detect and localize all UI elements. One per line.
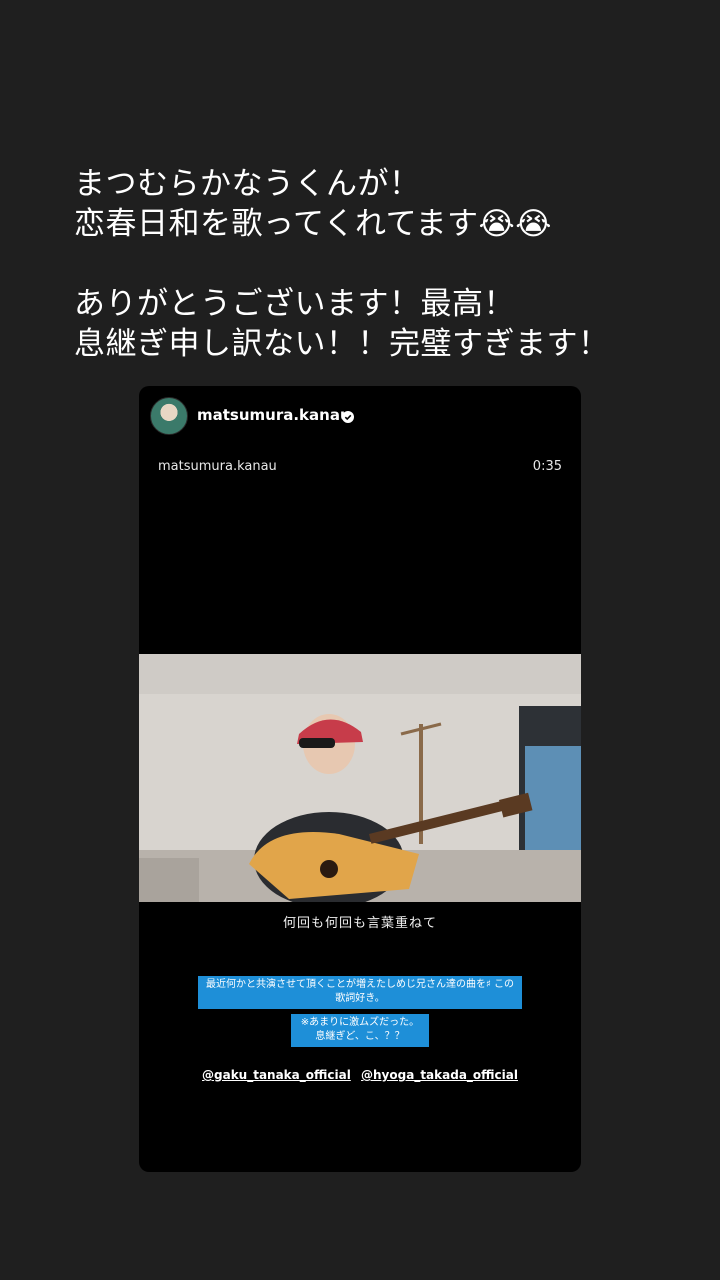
story-screen: まつむらかなうくんが！ 恋春日和を歌ってくれてます😭😭 ありがとうございます！最… (0, 0, 720, 1280)
mention-row: @gaku_tanaka_official @hyoga_takada_offi… (139, 1068, 581, 1082)
username-link[interactable]: matsumura.kanau (197, 406, 351, 424)
caption-line-4: 息継ぎ申し訳ない！！完璧すぎます！ (74, 326, 610, 362)
avatar[interactable] (150, 397, 188, 435)
verified-badge-icon (342, 411, 354, 423)
text-sticker-1: 最近何かと共演させて頂くことが増えたしめじ兄さん達の曲を♯ この歌詞好き。 (198, 976, 522, 1009)
inner-username: matsumura.kanau (158, 459, 277, 474)
video-scene-image (139, 654, 581, 902)
video-duration: 0:35 (532, 459, 562, 474)
video-thumbnail[interactable] (139, 654, 581, 902)
mention-gaku[interactable]: @gaku_tanaka_official (202, 1068, 351, 1082)
mention-hyoga[interactable]: @hyoga_takada_official (361, 1068, 518, 1082)
video-subtitle: 何回も何回も言葉重ねて (282, 916, 437, 931)
caption-line-3: ありがとうございます！最高！ (74, 286, 515, 322)
caption-line-1: まつむらかなうくんが！ (74, 166, 421, 202)
shared-story-card[interactable]: matsumura.kanau matsumura.kanau 0:35 何回も… (139, 386, 581, 1172)
caption-line-2: 恋春日和を歌ってくれてます😭😭 (74, 206, 552, 242)
story-caption: まつむらかなうくんが！ 恋春日和を歌ってくれてます😭😭 ありがとうございます！最… (74, 164, 694, 364)
shared-story-header: matsumura.kanau (139, 386, 581, 446)
text-sticker-2: ※あまりに激ムズだった。 息継ぎど、こ、？？ (291, 1014, 429, 1047)
